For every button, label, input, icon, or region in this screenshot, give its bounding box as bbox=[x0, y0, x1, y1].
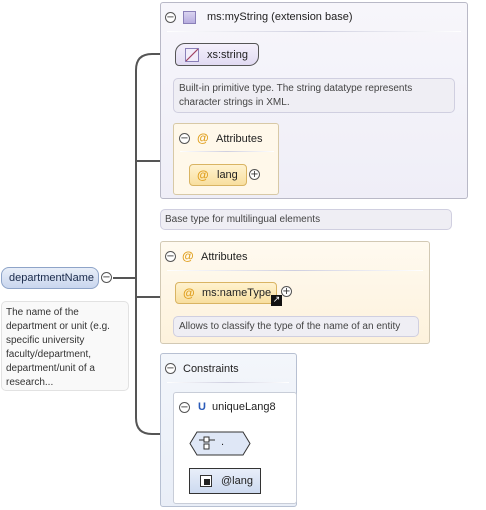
nametype-attribute-label: ms:nameType bbox=[202, 287, 272, 299]
root-doc-line: faculty/department, bbox=[6, 349, 92, 360]
type-documentation: Base type for multilingual elements bbox=[160, 209, 452, 230]
field-node[interactable]: @lang bbox=[189, 468, 261, 494]
nametype-attribute-node[interactable]: @ ms:nameType bbox=[175, 282, 277, 304]
collapse-root-icon[interactable]: − bbox=[101, 272, 112, 283]
selector-node[interactable]: . bbox=[189, 431, 251, 456]
attribute-at-icon: @ bbox=[183, 286, 195, 300]
attributes-separator bbox=[167, 270, 423, 271]
attributes-box: − @ Attributes @ ms:nameType ↗ + Allows … bbox=[160, 241, 430, 344]
root-doc-line: specific university bbox=[6, 335, 85, 346]
attribute-at-icon: @ bbox=[197, 131, 209, 145]
simple-type-icon bbox=[185, 48, 199, 62]
selector-icon bbox=[199, 436, 215, 450]
collapse-unique-icon[interactable]: − bbox=[179, 402, 190, 413]
expand-lang-icon[interactable]: + bbox=[249, 169, 260, 180]
base-doc-line: character strings in XML. bbox=[179, 97, 290, 108]
collapse-type-attributes-icon[interactable]: − bbox=[179, 133, 190, 144]
type-attributes-group: − @ Attributes @ lang + bbox=[173, 123, 279, 195]
collapse-constraints-icon[interactable]: − bbox=[165, 363, 176, 374]
constraints-branch bbox=[135, 70, 160, 435]
lang-attribute-node[interactable]: @ lang bbox=[189, 164, 247, 186]
root-doc-line: research... bbox=[6, 377, 54, 388]
unique-key-icon: U bbox=[198, 401, 206, 413]
collapse-type-icon[interactable]: − bbox=[165, 12, 176, 23]
root-doc-line: department/unit of a bbox=[6, 363, 95, 374]
type-attributes-title: Attributes bbox=[216, 133, 263, 145]
complex-type-icon bbox=[183, 11, 196, 24]
type-box-title: ms:myString (extension base) bbox=[207, 11, 353, 23]
root-element-node[interactable]: departmentName bbox=[1, 267, 99, 289]
root-documentation: The name of the department or unit (e.g.… bbox=[1, 301, 129, 391]
type-extension-box: − ms:myString (extension base) xs:string… bbox=[160, 2, 468, 199]
constraints-box: − Constraints − U uniqueLang8 . @lang bbox=[160, 353, 297, 507]
field-icon bbox=[200, 475, 212, 487]
base-type-label: xs:string bbox=[207, 49, 248, 61]
unique-constraint-label: uniqueLang8 bbox=[212, 401, 276, 413]
base-type-node[interactable]: xs:string bbox=[175, 43, 259, 66]
root-element-label: departmentName bbox=[9, 272, 94, 284]
selector-xpath: . bbox=[221, 436, 225, 448]
type-doc-text: Base type for multilingual elements bbox=[165, 214, 321, 225]
expand-nametype-icon[interactable]: + bbox=[281, 286, 292, 297]
reference-link-icon[interactable]: ↗ bbox=[271, 295, 282, 306]
base-doc-line: Built-in primitive type. The string data… bbox=[179, 83, 413, 94]
field-xpath: @lang bbox=[221, 475, 253, 487]
nametype-documentation: Allows to classify the type of the name … bbox=[173, 316, 419, 337]
unique-constraint-box: − U uniqueLang8 . @lang bbox=[173, 392, 297, 504]
constraints-separator bbox=[167, 382, 289, 383]
attribute-at-icon: @ bbox=[197, 168, 209, 182]
nametype-doc-text: Allows to classify the type of the name … bbox=[179, 321, 401, 332]
lang-attribute-label: lang bbox=[217, 169, 238, 181]
constraints-title: Constraints bbox=[183, 363, 239, 375]
root-doc-line: department or unit (e.g. bbox=[6, 321, 110, 332]
title-separator bbox=[167, 31, 461, 32]
attributes-title: Attributes bbox=[201, 251, 248, 263]
attribute-at-icon: @ bbox=[182, 249, 194, 263]
root-doc-line: The name of the bbox=[6, 307, 79, 318]
base-type-documentation: Built-in primitive type. The string data… bbox=[173, 78, 455, 113]
attributes-separator bbox=[180, 151, 274, 152]
collapse-attributes-icon[interactable]: − bbox=[165, 251, 176, 262]
